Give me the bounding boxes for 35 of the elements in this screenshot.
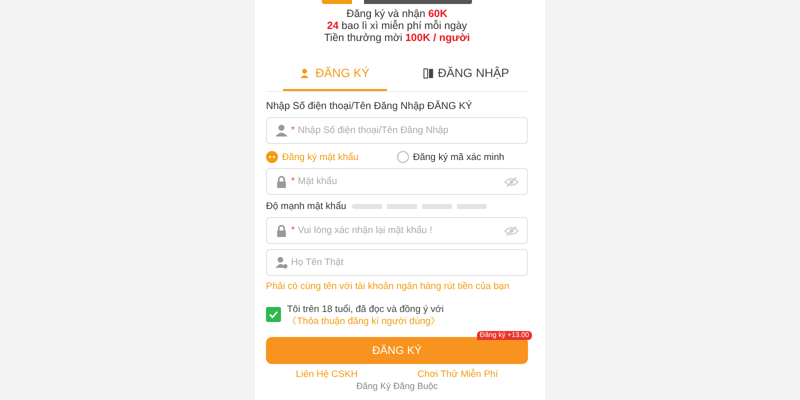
input-frame[interactable]: * Vui lòng xác nhận lại mật khẩu ! — [266, 217, 528, 244]
agreement-text: Tôi trên 18 tuổi, đã đọc và đồng ý với — [287, 304, 444, 316]
strength-label: Độ mạnh mật khẩu — [266, 201, 346, 212]
form-label: Nhập Số điện thoại/Tên Đăng Nhập ĐĂNG KÝ — [266, 101, 474, 112]
hint-text: Phải có cùng tên với tài khoản ngân hàng rút tiền của bạn — [266, 281, 510, 292]
footer-link[interactable]: Liên Hệ CSKH — [296, 369, 358, 380]
lock-icon — [275, 224, 288, 237]
input-frame[interactable]: * Nhập Số điện thoại/Tên Đăng Nhập — [266, 117, 528, 144]
required-mark: * — [291, 125, 295, 136]
lock-icon — [275, 175, 288, 188]
user-icon — [300, 68, 312, 78]
input-frame[interactable]: * Mật khẩu — [266, 168, 528, 195]
method-option[interactable]: Đăng ký mật khẩu — [266, 151, 397, 163]
user-icon — [275, 124, 288, 137]
person-icon — [275, 256, 288, 269]
eye-hidden-icon[interactable] — [504, 176, 519, 188]
option-icon — [266, 151, 278, 163]
eye-hidden-icon[interactable] — [504, 224, 519, 236]
promo-text: Đăng ký và nhận 60K — [346, 8, 448, 20]
footer-text[interactable]: Đăng Ký Đăng Buộc — [266, 381, 528, 391]
door-icon — [422, 68, 434, 78]
method-option[interactable]: Đăng ký mã xác minh — [397, 151, 528, 163]
promo-text: 24 bao lì xì miễn phí mỗi ngày — [326, 20, 468, 32]
option-icon — [397, 151, 409, 163]
required-mark: * — [291, 176, 295, 187]
promo-text: Tiền thưởng mời 100K / người — [323, 32, 471, 44]
tab[interactable]: ĐĂNG KÝ — [283, 62, 387, 91]
check-icon — [268, 309, 279, 320]
agreement-link[interactable]: 《Thỏa thuận đăng kí người dùng》 — [287, 316, 441, 328]
register-button[interactable]: ĐĂNG KÝ — [266, 337, 528, 364]
tab[interactable]: ĐĂNG NHẬP — [414, 62, 518, 91]
required-mark: * — [291, 225, 295, 236]
checkbox[interactable] — [266, 307, 281, 322]
footer-link[interactable]: Chơi Thử Miễn Phí — [418, 369, 498, 380]
input-frame[interactable]: Họ Tên Thật — [266, 249, 528, 276]
